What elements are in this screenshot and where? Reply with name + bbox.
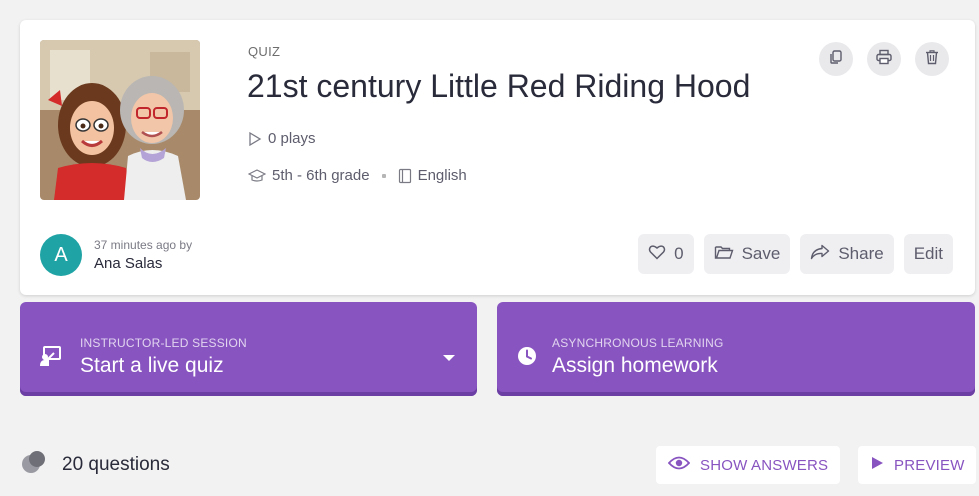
show-answers-button[interactable]: SHOW ANSWERS xyxy=(656,446,840,484)
graduation-cap-icon xyxy=(248,168,266,183)
card-actions: 0 Save Share Edit xyxy=(638,234,953,274)
language-label: English xyxy=(417,167,467,184)
like-count: 0 xyxy=(674,244,684,263)
copy-icon xyxy=(828,49,844,70)
chevron-down-icon[interactable] xyxy=(443,355,455,361)
avatar[interactable]: A xyxy=(40,234,82,276)
live-session-label: Start a live quiz xyxy=(80,354,224,377)
copy-button[interactable] xyxy=(819,42,853,76)
save-label: Save xyxy=(741,244,781,263)
play-icon xyxy=(248,131,262,146)
plays-count: 0 plays xyxy=(268,130,316,147)
start-live-quiz-button[interactable]: INSTRUCTOR-LED SESSION Start a live quiz xyxy=(20,302,477,396)
eye-icon xyxy=(667,456,691,474)
save-button[interactable]: Save xyxy=(703,234,791,274)
heart-icon xyxy=(648,244,666,265)
author-name[interactable]: Ana Salas xyxy=(94,255,192,272)
like-button[interactable]: 0 xyxy=(638,234,694,274)
grade-row: 5th - 6th grade English xyxy=(248,167,467,184)
share-icon xyxy=(810,244,830,265)
top-actions xyxy=(819,42,949,76)
questions-count: 20 questions xyxy=(62,453,170,475)
folder-icon xyxy=(714,244,734,265)
preview-play-icon xyxy=(870,456,884,474)
grade-label: 5th - 6th grade xyxy=(272,167,370,184)
print-icon xyxy=(875,49,893,70)
preview-button[interactable]: PREVIEW xyxy=(858,446,976,484)
live-session-caption: INSTRUCTOR-LED SESSION xyxy=(80,336,247,350)
author-timestamp: 37 minutes ago by xyxy=(94,238,193,252)
show-answers-label: SHOW ANSWERS xyxy=(700,456,829,474)
author-info: A 37 minutes ago by Ana Salas xyxy=(40,234,192,276)
edit-label: Edit xyxy=(913,244,943,263)
edit-button[interactable]: Edit xyxy=(903,234,953,274)
trash-icon xyxy=(924,49,940,70)
quiz-thumbnail[interactable] xyxy=(40,40,200,200)
print-button[interactable] xyxy=(867,42,901,76)
clock-icon xyxy=(517,346,537,371)
separator-dot xyxy=(381,173,386,178)
preview-label: PREVIEW xyxy=(894,456,965,474)
assign-homework-button[interactable]: ASYNCHRONOUS LEARNING Assign homework xyxy=(497,302,975,396)
quiz-type-label: QUIZ xyxy=(248,44,281,59)
questions-header: 20 questions xyxy=(20,450,170,479)
homework-caption: ASYNCHRONOUS LEARNING xyxy=(552,336,724,350)
questions-icon xyxy=(20,450,48,479)
homework-label: Assign homework xyxy=(552,354,718,377)
quiz-card: QUIZ 21st century Little Red Riding Hood… xyxy=(20,20,975,295)
share-button[interactable]: Share xyxy=(800,234,894,274)
presentation-icon xyxy=(40,346,62,371)
quiz-title: 21st century Little Red Riding Hood xyxy=(247,68,751,104)
share-label: Share xyxy=(838,244,884,263)
plays-row: 0 plays xyxy=(248,130,316,147)
delete-button[interactable] xyxy=(915,42,949,76)
book-icon xyxy=(398,168,412,184)
